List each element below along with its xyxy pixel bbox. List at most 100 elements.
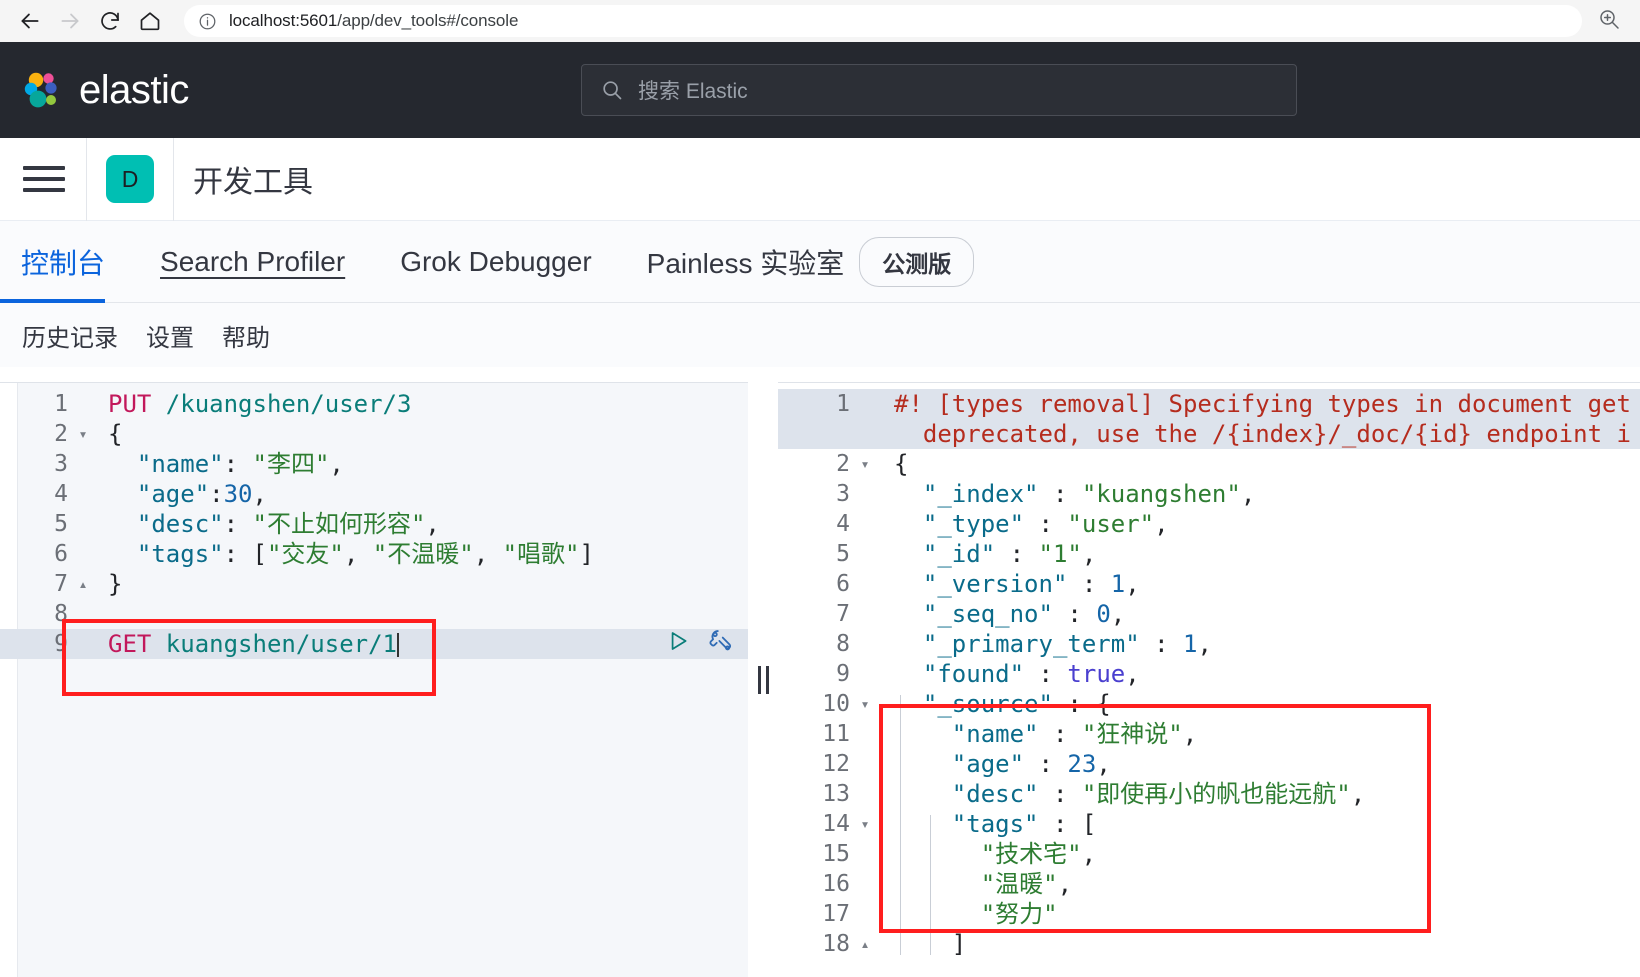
token: "_seq_no" (922, 600, 1053, 628)
line-number: 12 (822, 751, 850, 777)
code-line: 3 "name": "李四", (0, 449, 748, 479)
token: true (1067, 660, 1126, 688)
code-line: 7 ▴} (0, 569, 748, 599)
token: GET (108, 630, 166, 658)
token: 30 (223, 480, 253, 508)
line-number: 6 (836, 571, 850, 597)
line-number: 17 (822, 901, 850, 927)
token: kuangshen/user/1 (165, 630, 397, 658)
fold-toggle-icon[interactable]: ▾ (854, 809, 876, 839)
tab-1[interactable]: Search Profiler (160, 221, 345, 303)
code-text: "_version" : 1, (876, 569, 1640, 599)
line-number: 3 (54, 451, 68, 477)
address-bar[interactable]: localhost:5601/app/dev_tools#/console (184, 5, 1582, 37)
code-text: deprecated, use the /{index}/_doc/{id} e… (876, 419, 1640, 449)
reload-button[interactable] (90, 1, 130, 41)
token: , (1240, 480, 1256, 508)
token: "user" (1067, 510, 1155, 538)
fold-toggle-icon[interactable]: ▴ (72, 569, 94, 599)
browser-toolbar: localhost:5601/app/dev_tools#/console (0, 0, 1640, 42)
text-caret (396, 633, 399, 657)
line-number: 2 (54, 421, 68, 447)
request-editor-pane[interactable]: 1 PUT /kuangshen/user/3 2 ▾ {3 "name": "李四",… (0, 382, 748, 977)
divider (173, 137, 174, 221)
code-line: 16 "温暖", (778, 869, 1640, 899)
subnav-item-1[interactable]: 设置 (146, 318, 194, 353)
token: "kuangshen" (1081, 480, 1241, 508)
tab-label: Painless 实验室 (646, 247, 845, 279)
code-text: "_index" : "kuangshen", (876, 479, 1640, 509)
token: "_version" (922, 570, 1068, 598)
line-number: 8 (836, 631, 850, 657)
hamburger-menu-icon[interactable] (21, 156, 67, 202)
code-text: "desc": "不止如何形容", (94, 509, 748, 539)
back-button[interactable] (10, 1, 50, 41)
line-number: 3 (836, 481, 850, 507)
code-text: "努力" (876, 899, 1640, 929)
divider (86, 137, 87, 221)
code-line: 9 GET kuangshen/user/1 (0, 629, 748, 659)
token: "found" (922, 660, 1025, 688)
line-number: 13 (822, 781, 850, 807)
code-text: "desc" : "即使再小的帆也能远航", (876, 779, 1640, 809)
url-host: localhost:5601 (229, 11, 338, 30)
forward-button[interactable] (50, 1, 90, 41)
fold-toggle-icon[interactable]: ▾ (854, 449, 876, 479)
token: "交友" (266, 540, 344, 568)
search-icon (600, 78, 624, 102)
token: , (1197, 630, 1212, 658)
pane-splitter[interactable] (748, 382, 778, 977)
fold-toggle-icon[interactable]: ▾ (72, 419, 94, 449)
elastic-brand[interactable]: elastic (22, 68, 189, 113)
code-line: 6 "tags": ["交友", "不温暖", "唱歌"] (0, 539, 748, 569)
token: : (1024, 750, 1068, 778)
zoom-indicator-button[interactable] (1588, 1, 1630, 41)
token: "狂神说" (1081, 720, 1183, 748)
app-badge[interactable]: D (106, 155, 154, 203)
tab-3[interactable]: Painless 实验室 (647, 221, 845, 303)
fold-toggle-icon[interactable]: ▴ (854, 929, 876, 959)
tab-0[interactable]: 控制台 (0, 221, 106, 303)
indent-guide (930, 815, 931, 955)
token: "温暖" (980, 870, 1058, 898)
home-button[interactable] (130, 1, 170, 41)
page-title: 开发工具 (193, 166, 313, 199)
site-info-icon[interactable] (198, 12, 217, 31)
subnav-item-2[interactable]: 帮助 (222, 318, 270, 353)
token: , (329, 450, 344, 478)
token: : (1067, 570, 1111, 598)
token: , (425, 510, 440, 538)
token: "_index" (922, 480, 1039, 508)
code-line: 1 PUT /kuangshen/user/3 (0, 389, 748, 419)
fold-toggle-icon[interactable]: ▾ (854, 689, 876, 719)
code-line: 11 "name" : "狂神说", (778, 719, 1640, 749)
global-search-input[interactable]: 搜索 Elastic (581, 64, 1297, 116)
code-text: "_id" : "1", (876, 539, 1640, 569)
token: : (1024, 510, 1068, 538)
token: : (1139, 630, 1184, 658)
play-request-icon[interactable] (665, 628, 691, 661)
token: : (223, 510, 253, 538)
code-line: 12 "age" : 23, (778, 749, 1640, 779)
token: "不止如何形容" (252, 510, 426, 538)
wrench-icon[interactable] (707, 627, 734, 661)
request-editor-code[interactable]: 1 PUT /kuangshen/user/3 2 ▾ {3 "name": "李四",… (0, 383, 748, 977)
tab-2[interactable]: Grok Debugger (400, 221, 591, 303)
request-actions[interactable] (665, 629, 734, 659)
token: "tags" (951, 810, 1039, 838)
token: "李四" (252, 450, 330, 478)
elastic-global-header: elastic 搜索 Elastic (0, 42, 1640, 138)
subnav-item-0[interactable]: 历史记录 (22, 318, 118, 353)
line-number: 7 (836, 601, 850, 627)
token: ] (951, 930, 967, 958)
response-pane[interactable]: 1 #! [types removal] Specifying types in … (778, 382, 1640, 977)
code-text: "age":30, (94, 479, 748, 509)
